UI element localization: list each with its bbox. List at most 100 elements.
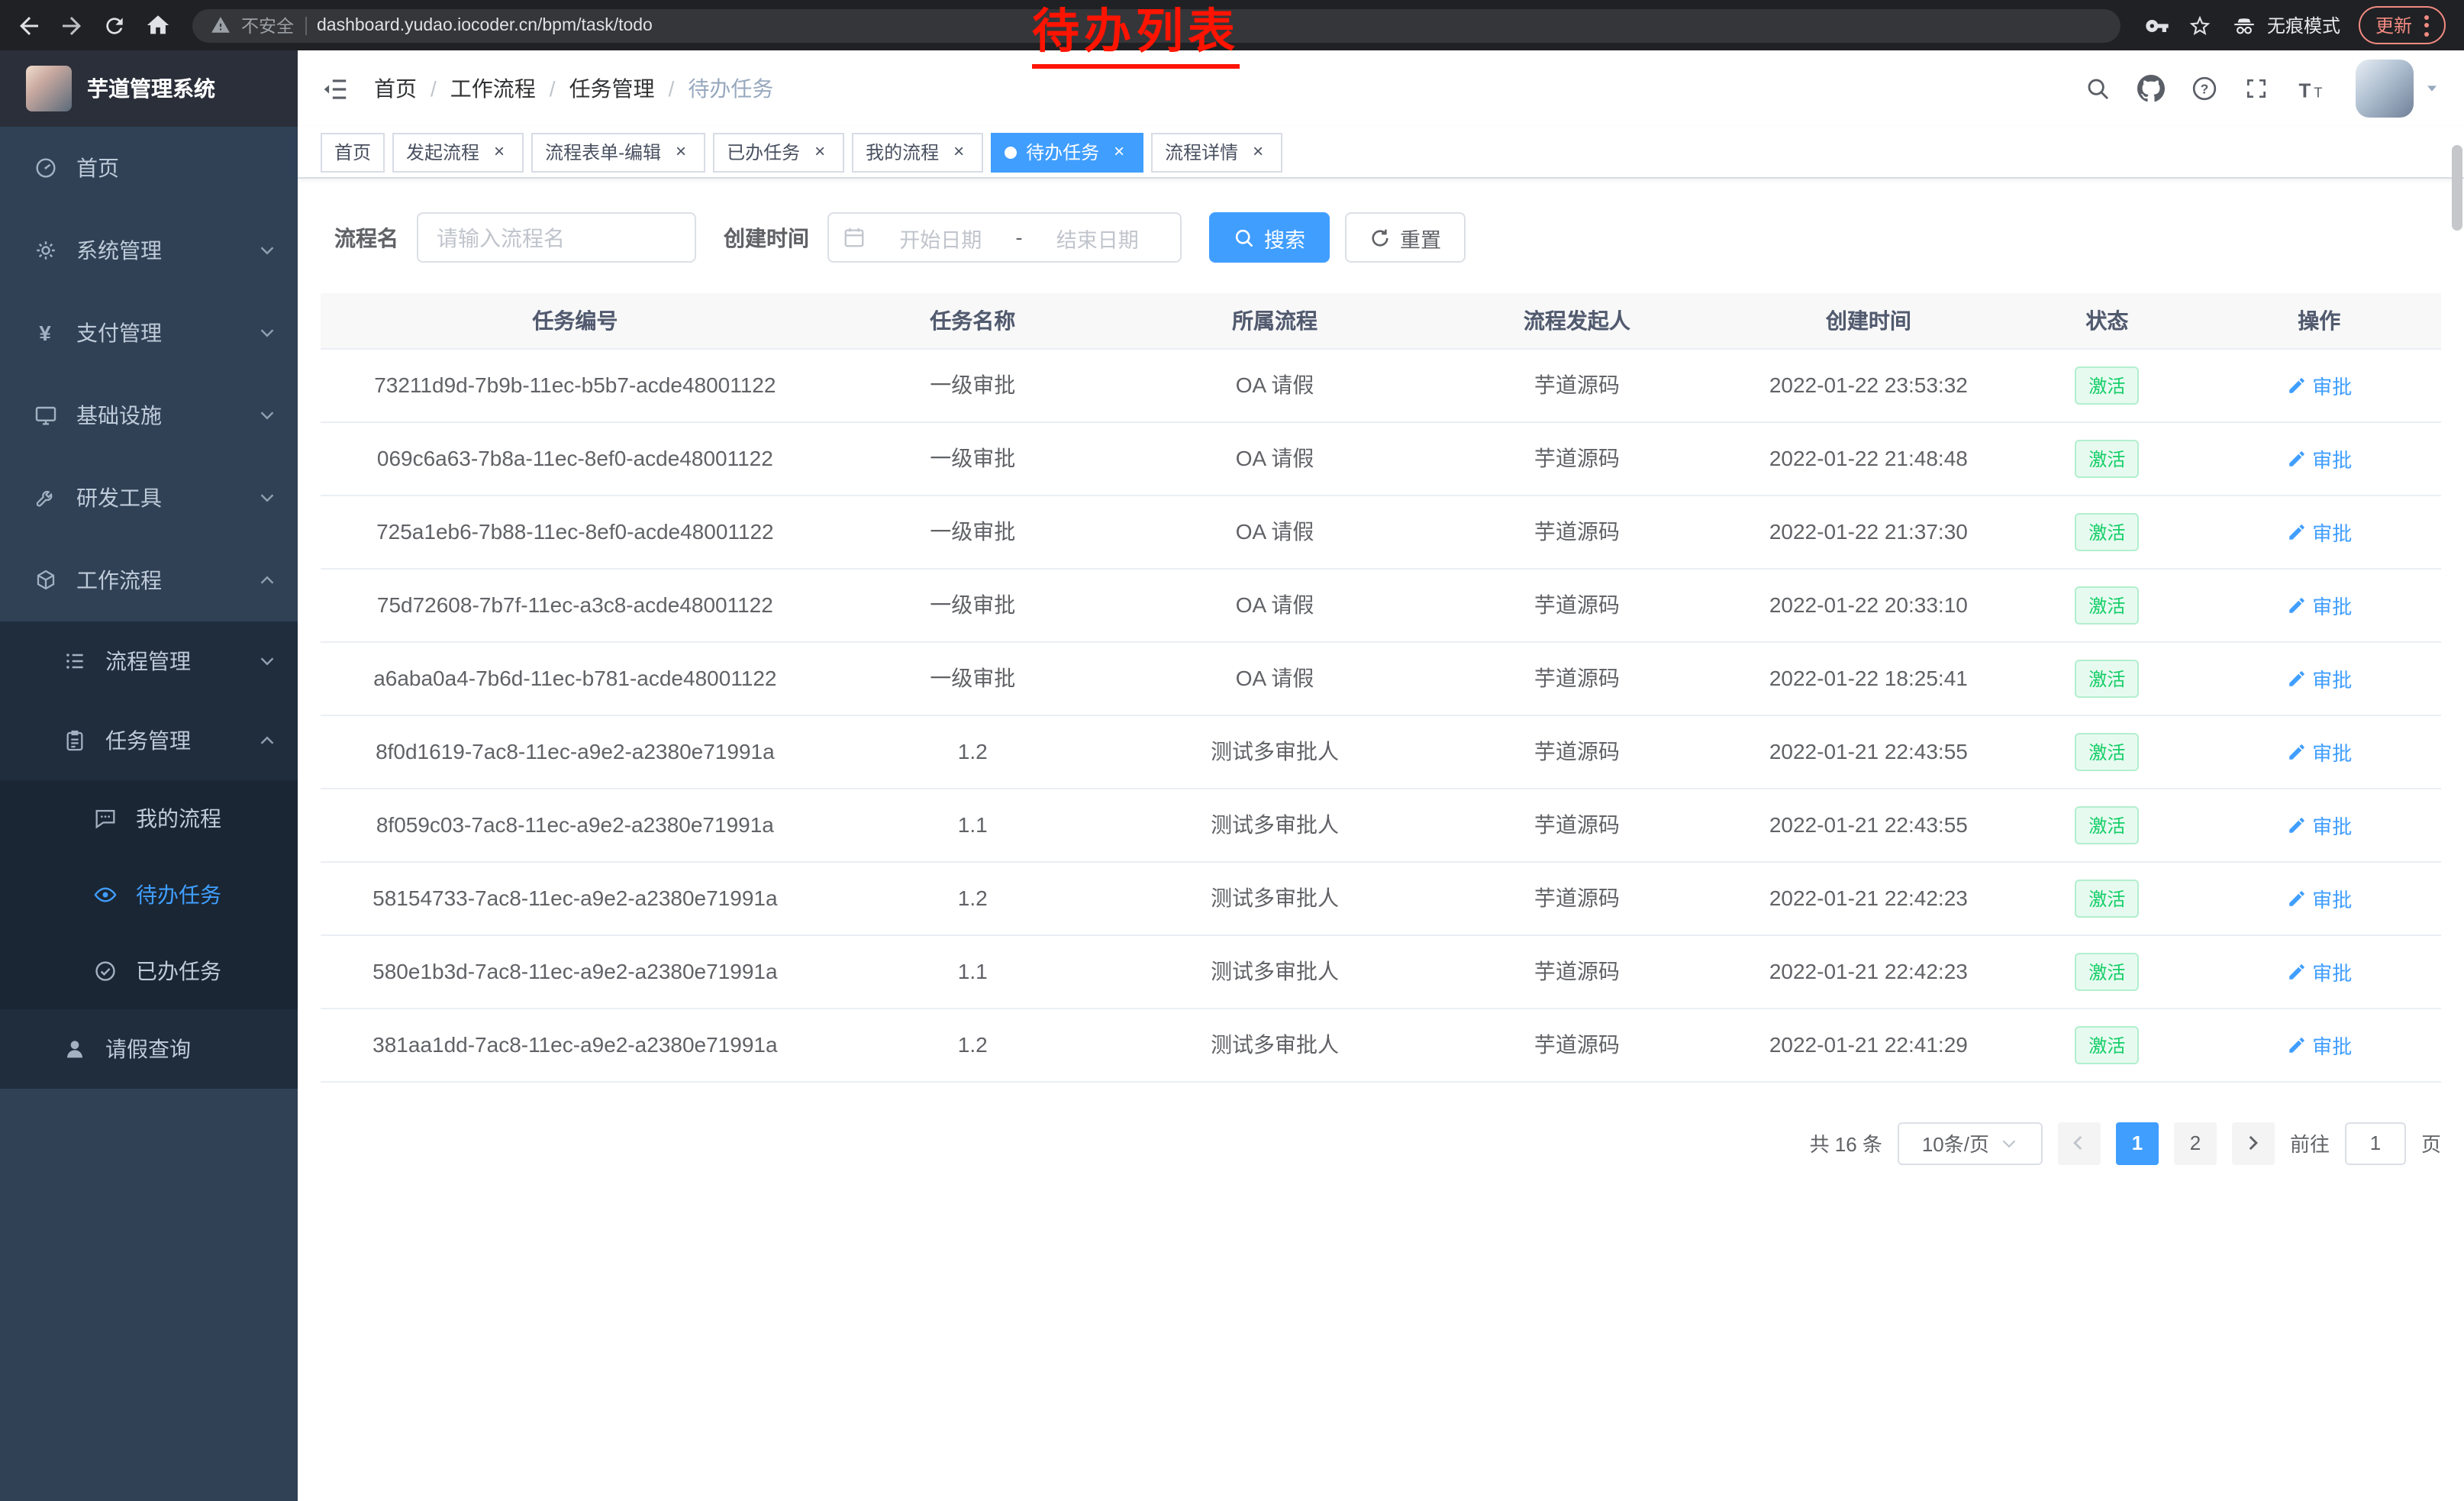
- back-icon[interactable]: [9, 5, 49, 45]
- date-range-picker[interactable]: 开始日期 - 结束日期: [827, 212, 1182, 263]
- task-id-cell: 73211d9d-7b9b-11ec-b5b7-acde48001122: [321, 348, 830, 421]
- page-button-1[interactable]: 1: [2116, 1122, 2159, 1164]
- pagination-total: 共 16 条: [1810, 1128, 1882, 1157]
- approve-link[interactable]: 审批: [2286, 444, 2352, 473]
- sidebar-item-leave-query[interactable]: 请假查询: [0, 1009, 298, 1089]
- close-tab-icon[interactable]: ×: [1108, 141, 1130, 163]
- process-cell: OA 请假: [1116, 641, 1434, 715]
- sidebar-item-todo-task[interactable]: 待办任务: [0, 857, 298, 933]
- sidebar-item-home[interactable]: 首页: [0, 127, 298, 209]
- approve-link[interactable]: 审批: [2286, 810, 2352, 839]
- tab-form-edit[interactable]: 流程表单-编辑 ×: [531, 132, 705, 172]
- approve-link[interactable]: 审批: [2286, 517, 2352, 546]
- reset-button[interactable]: 重置: [1345, 212, 1466, 263]
- breadcrumb-separator: /: [550, 76, 556, 101]
- search-button[interactable]: 搜索: [1209, 212, 1330, 263]
- chevron-down-icon: [258, 652, 276, 670]
- col-create-time: 创建时间: [1720, 293, 2017, 348]
- close-tab-icon[interactable]: ×: [809, 141, 830, 163]
- tab-start-process[interactable]: 发起流程 ×: [392, 132, 524, 172]
- approve-link[interactable]: 审批: [2286, 370, 2352, 399]
- approve-link[interactable]: 审批: [2286, 957, 2352, 986]
- next-page-button[interactable]: [2232, 1122, 2275, 1164]
- refresh-icon[interactable]: [95, 5, 134, 45]
- user-menu[interactable]: [2356, 60, 2441, 118]
- star-icon[interactable]: [2188, 13, 2212, 37]
- task-id-cell: 069c6a63-7b8a-11ec-8ef0-acde48001122: [321, 421, 830, 495]
- sidebar-item-infrastructure[interactable]: 基础设施: [0, 374, 298, 457]
- status-badge: 激活: [2075, 732, 2139, 770]
- key-icon[interactable]: [2145, 13, 2169, 37]
- close-tab-icon[interactable]: ×: [1247, 141, 1269, 163]
- sidebar-item-workflow[interactable]: 工作流程: [0, 539, 298, 621]
- sidebar-item-payment[interactable]: ¥ 支付管理: [0, 292, 298, 374]
- page-size-select[interactable]: 10条/页: [1898, 1122, 2043, 1164]
- task-table: 任务编号 任务名称 所属流程 流程发起人 创建时间 状态 操作 73211d9d…: [321, 293, 2441, 1082]
- approve-link[interactable]: 审批: [2286, 1030, 2352, 1059]
- sidebar-item-my-process[interactable]: 我的流程: [0, 780, 298, 857]
- fullscreen-icon[interactable]: [2244, 76, 2269, 101]
- home-icon[interactable]: [137, 5, 177, 45]
- sidebar-item-task-manage[interactable]: 任务管理: [0, 701, 298, 780]
- task-id-cell: 580e1b3d-7ac8-11ec-a9e2-a2380e71991a: [321, 934, 830, 1008]
- github-icon[interactable]: [2137, 75, 2165, 102]
- svg-text:T: T: [2314, 84, 2322, 99]
- sidebar-item-system[interactable]: 系统管理: [0, 209, 298, 292]
- forward-icon[interactable]: [52, 5, 92, 45]
- status-cell: 激活: [2017, 421, 2197, 495]
- starter-cell: 芋道源码: [1434, 715, 1720, 788]
- search-icon: [1234, 227, 1255, 248]
- sidebar-collapse-icon[interactable]: [321, 74, 350, 103]
- close-tab-icon[interactable]: ×: [948, 141, 969, 163]
- start-date-placeholder[interactable]: 开始日期: [872, 222, 1010, 253]
- tabs-bar: 首页 发起流程 × 流程表单-编辑 × 已办任务 × 我的流程 ×: [298, 127, 2464, 179]
- goto-page-input[interactable]: [2345, 1122, 2406, 1164]
- edit-icon: [2286, 741, 2306, 761]
- address-divider: [305, 16, 306, 34]
- breadcrumb-home[interactable]: 首页: [374, 73, 417, 104]
- process-manage-icon: [60, 649, 89, 673]
- task-id-cell: 381aa1dd-7ac8-11ec-a9e2-a2380e71991a: [321, 1008, 830, 1081]
- incognito-icon: [2230, 11, 2258, 39]
- app-logo[interactable]: 芋道管理系统: [0, 50, 298, 127]
- sidebar-item-process-manage[interactable]: 流程管理: [0, 621, 298, 701]
- screen: 不安全 dashboard.yudao.iocoder.cn/bpm/task/…: [0, 0, 2464, 1501]
- starter-cell: 芋道源码: [1434, 788, 1720, 861]
- tab-label: 已办任务: [727, 139, 800, 165]
- font-size-icon[interactable]: TT: [2295, 74, 2327, 103]
- avatar[interactable]: [2356, 60, 2414, 118]
- process-cell: OA 请假: [1116, 568, 1434, 641]
- process-name-input[interactable]: [417, 212, 696, 263]
- approve-link[interactable]: 审批: [2286, 663, 2352, 692]
- sidebar-item-devtools[interactable]: 研发工具: [0, 457, 298, 539]
- update-button[interactable]: 更新: [2359, 6, 2446, 44]
- prev-page-button[interactable]: [2058, 1122, 2101, 1164]
- help-icon[interactable]: ?: [2191, 75, 2218, 102]
- tab-home[interactable]: 首页: [321, 132, 385, 172]
- close-tab-icon[interactable]: ×: [670, 141, 692, 163]
- end-date-placeholder[interactable]: 结束日期: [1029, 222, 1167, 253]
- task-name-cell: 一级审批: [830, 568, 1116, 641]
- status-badge: 激活: [2075, 586, 2139, 624]
- page-scrollbar[interactable]: [2452, 145, 2462, 231]
- close-tab-icon[interactable]: ×: [489, 141, 510, 163]
- tab-done-task[interactable]: 已办任务 ×: [713, 132, 844, 172]
- process-cell: 测试多审批人: [1116, 788, 1434, 861]
- task-name-cell: 1.2: [830, 1008, 1116, 1081]
- task-name-cell: 1.1: [830, 788, 1116, 861]
- menu-kebab-icon[interactable]: [2424, 15, 2429, 36]
- approve-link[interactable]: 审批: [2286, 883, 2352, 912]
- col-task-name: 任务名称: [830, 293, 1116, 348]
- action-cell: 审批: [2197, 934, 2441, 1008]
- page-button-2[interactable]: 2: [2174, 1122, 2217, 1164]
- tab-my-process[interactable]: 我的流程 ×: [852, 132, 983, 172]
- tab-process-detail[interactable]: 流程详情 ×: [1151, 132, 1282, 172]
- approve-link[interactable]: 审批: [2286, 590, 2352, 619]
- create-time-label: 创建时间: [724, 222, 809, 253]
- reset-icon: [1369, 227, 1391, 248]
- sidebar-item-label: 流程管理: [105, 646, 191, 676]
- sidebar-item-done-task[interactable]: 已办任务: [0, 933, 298, 1009]
- search-icon[interactable]: [2085, 76, 2111, 102]
- tab-todo-task[interactable]: 待办任务 ×: [991, 132, 1143, 172]
- approve-link[interactable]: 审批: [2286, 737, 2352, 766]
